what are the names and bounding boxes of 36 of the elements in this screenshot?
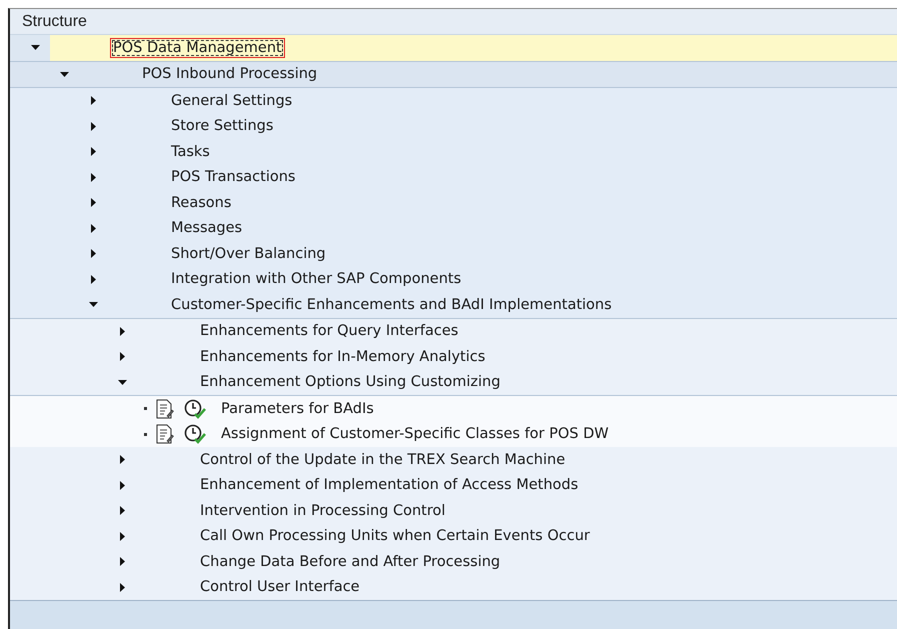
tree-item[interactable]: Parameters for BAdIs	[218, 398, 377, 419]
bullet-icon	[144, 432, 147, 436]
tree-item[interactable]: Short/Over Balancing	[168, 244, 329, 264]
expand-arrow-icon[interactable]	[88, 274, 98, 284]
expand-arrow-icon[interactable]	[117, 531, 127, 542]
column-header: Structure	[10, 9, 897, 35]
expand-arrow-icon[interactable]	[88, 198, 98, 208]
expand-arrow-icon[interactable]	[117, 326, 127, 336]
expand-arrow-icon[interactable]	[88, 96, 98, 106]
tree-item[interactable]: POS Inbound Processing	[139, 64, 320, 84]
tree-item[interactable]: Messages	[168, 218, 246, 238]
expand-arrow-icon[interactable]	[117, 506, 127, 516]
expand-arrow-icon[interactable]	[117, 352, 127, 362]
tree-item[interactable]: Reasons	[168, 192, 234, 213]
expand-arrow-icon[interactable]	[117, 480, 127, 490]
collapse-arrow-icon[interactable]	[59, 69, 69, 80]
tree-item[interactable]: General Settings	[168, 90, 296, 111]
tree-item[interactable]: POS Transactions	[168, 167, 298, 188]
document-icon[interactable]	[156, 424, 174, 444]
expand-arrow-icon[interactable]	[88, 248, 98, 259]
tree-item[interactable]: Tasks	[168, 142, 213, 162]
expand-arrow-icon[interactable]	[117, 556, 127, 567]
document-icon[interactable]	[156, 398, 174, 419]
tree-item[interactable]: Store Settings	[168, 116, 276, 136]
expand-arrow-icon[interactable]	[117, 582, 127, 592]
expand-arrow-icon[interactable]	[88, 172, 98, 182]
expand-arrow-icon[interactable]	[88, 223, 98, 234]
expand-arrow-icon[interactable]	[88, 146, 98, 157]
clock-check-icon[interactable]	[184, 398, 208, 419]
expand-arrow-icon[interactable]	[88, 121, 98, 132]
expand-arrow-icon[interactable]	[117, 454, 127, 465]
collapse-arrow-icon[interactable]	[117, 377, 127, 388]
bullet-icon	[144, 407, 147, 410]
tree-item[interactable]: POS Data Management	[110, 38, 285, 58]
tree-item[interactable]: Control User Interface	[197, 577, 363, 598]
clock-check-icon[interactable]	[184, 424, 208, 444]
